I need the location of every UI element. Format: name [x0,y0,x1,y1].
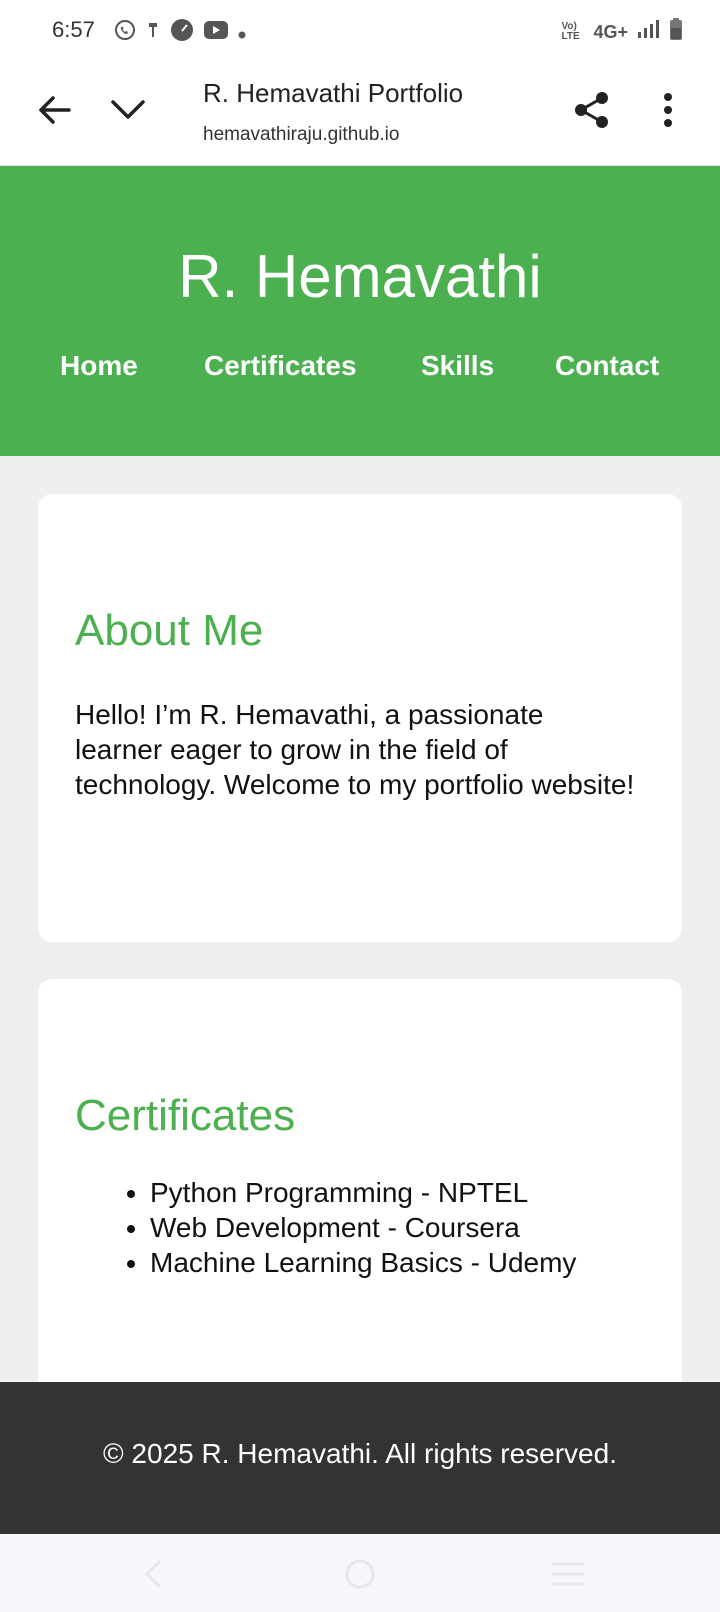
status-time: 6:57 [52,17,95,42]
certificates-section: Certificates Python Programming - NPTEL … [38,979,682,1399]
browser-toolbar: R. Hemavathi Portfolio hemavathiraju.git… [0,60,720,166]
list-item: Python Programming - NPTEL [150,1175,576,1210]
system-back-button[interactable] [133,1554,173,1594]
nav-link-certificates[interactable]: Certificates [204,350,357,382]
share-button[interactable] [568,86,616,134]
speed-icon [170,18,194,47]
share-icon [575,92,608,128]
browser-url[interactable]: hemavathiraju.github.io [203,124,399,146]
youtube-icon [204,21,228,44]
site-header: R. Hemavathi Home Certificates Skills Co… [0,166,720,456]
about-text: Hello! I’m R. Hemavathi, a passionate le… [75,699,635,800]
network-type-label: 4G+ [593,21,628,42]
recents-lines-icon [551,1562,585,1586]
main-nav: Home Certificates Skills Contact [0,350,720,390]
chevron-down-icon [111,100,145,119]
overflow-menu-button[interactable] [644,86,692,134]
back-arrow-icon [39,96,71,124]
back-button[interactable] [30,86,78,134]
usb-icon [146,19,160,46]
more-vertical-icon [664,93,672,127]
status-icons-left [114,18,246,47]
battery-icon [670,18,682,45]
status-icons-right: Vo) LTE 4G+ [561,18,682,45]
dot-icon [238,22,246,44]
certificates-heading: Certificates [75,1091,296,1140]
about-heading: About Me [75,606,264,655]
system-recents-button[interactable] [548,1554,588,1594]
whatsapp-icon [114,19,136,46]
list-item: Machine Learning Basics - Udemy [150,1245,576,1280]
site-title: R. Hemavathi [178,243,542,310]
site-footer: © 2025 R. Hemavathi. All rights reserved… [0,1382,720,1534]
status-bar: 6:57 Vo) LTE 4G+ [0,0,720,60]
system-navigation-bar [0,1534,720,1612]
volte-icon: Vo) LTE [561,20,580,42]
signal-icon [638,19,660,44]
about-section: About Me Hello! I’m R. Hemavathi, a pass… [38,494,682,942]
system-home-button[interactable] [340,1554,380,1594]
list-item: Web Development - Coursera [150,1210,576,1245]
back-chevron-icon [144,1560,161,1588]
browser-page-title: R. Hemavathi Portfolio [203,78,464,108]
collapse-button[interactable] [104,86,152,134]
certificates-list: Python Programming - NPTEL Web Developme… [75,1175,576,1280]
nav-link-contact[interactable]: Contact [555,350,659,382]
home-circle-icon [345,1559,375,1589]
footer-copyright: © 2025 R. Hemavathi. All rights reserved… [103,1438,617,1469]
nav-link-skills[interactable]: Skills [421,350,494,382]
nav-link-home[interactable]: Home [60,350,138,382]
